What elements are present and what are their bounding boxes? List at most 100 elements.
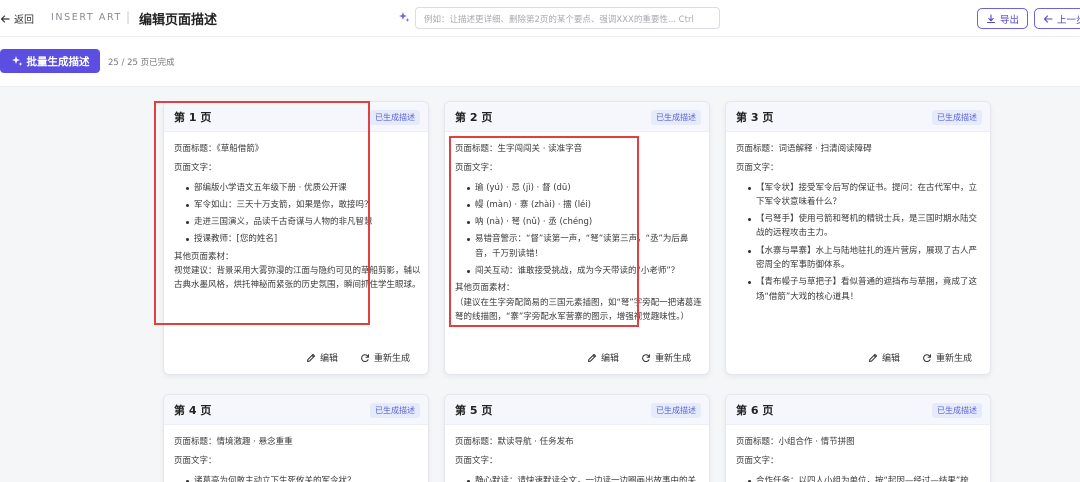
card-title: 第 4 页 <box>174 404 212 417</box>
edit-label: 编辑 <box>600 354 619 364</box>
edit-button[interactable]: 编辑 <box>868 351 900 364</box>
batch-generate-label: 批量生成描述 <box>26 55 90 68</box>
export-button[interactable]: 导出 <box>977 8 1028 29</box>
list-item: 诸葛亮为何敢主动立下生死攸关的军令状？ <box>186 474 422 482</box>
back-button[interactable]: 返回 <box>0 11 34 26</box>
card-content: 页面标题：小组合作 · 情节拼图 页面文字： 合作任务：以四人小组为单位，按“起… <box>736 435 984 482</box>
ai-sparkle-icon <box>399 12 410 22</box>
card-content: 页面标题：情境激趣 · 悬念重重 页面文字： 诸葛亮为何敢主动立下生死攸关的军令… <box>174 435 422 482</box>
card-actions: 编辑 重新生成 <box>445 343 709 373</box>
card-title: 第 2 页 <box>455 111 493 124</box>
edit-label: 编辑 <box>319 354 338 364</box>
sparkle-icon <box>11 56 22 66</box>
status-badge: 已生成描述 <box>370 403 420 418</box>
list-item: 【弓弩手】使用弓箭和弩机的精锐士兵，是三国时期水陆交战的远程攻击主力。 <box>748 212 984 241</box>
card-content: 页面标题：生字闯闯关 · 读准字音 页面文字： 瑜 (yú) · 忌 (jì) … <box>455 142 703 324</box>
list-item: 部编版小学语文五年级下册 · 优质公开课 <box>186 181 422 195</box>
status-badge: 已生成描述 <box>651 403 701 418</box>
action-bar: 批量生成描述 25 / 25 页已完成 <box>0 37 1080 87</box>
card-page-title: 页面标题：《草船借箭》 <box>174 144 264 154</box>
page-card-2: 第 2 页 已生成描述 页面标题：生字闯闯关 · 读准字音 页面文字： 瑜 (y… <box>444 101 710 375</box>
regenerate-button[interactable]: 重新生成 <box>641 351 691 364</box>
page-card-5: 第 5 页 已生成描述 页面标题：默读导航 · 任务发布 页面文字： 静心默读：… <box>444 394 710 482</box>
list-item: 军令如山：三天十万支箭，如果是你，敢接吗？ <box>186 198 422 212</box>
refresh-icon <box>923 353 931 362</box>
top-bar: 返回 INSERT ART | 编辑页面描述 例如：让描述更详细、删除第2页的某… <box>0 0 1080 37</box>
list-item: 呐 (nà) · 弩 (nǔ) · 丞 (chéng) <box>467 215 703 229</box>
ai-instruction-input[interactable]: 例如：让描述更详细、删除第2页的某个要点、强调XXX的重要性... Ctrl <box>415 7 720 29</box>
export-label: 导出 <box>999 14 1019 26</box>
back-label: 返回 <box>14 15 34 26</box>
regenerate-button[interactable]: 重新生成 <box>360 351 410 364</box>
card-other-label: 其他页面素材： <box>455 283 515 294</box>
card-text-label: 页面文字： <box>736 456 779 467</box>
card-bullet-list: 瑜 (yú) · 忌 (jì) · 督 (dū) 幔 (màn) · 寨 (zh… <box>467 181 703 279</box>
card-other-text: （建议在生字旁配简易的三国元素插图，如“弩”字旁配一把诸葛连弩的线描图，“寨”字… <box>455 297 702 322</box>
card-bullet-list: 合作任务：以四人小组为单位，按“起因—经过—结果”梳 <box>748 474 984 482</box>
brand-logo: INSERT ART <box>51 12 122 23</box>
card-content: 页面标题：默读导航 · 任务发布 页面文字： 静心默读：请快速默读全文，一边读一… <box>455 435 703 482</box>
card-header: 第 2 页 已生成描述 <box>445 102 709 132</box>
card-header: 第 3 页 已生成描述 <box>726 102 990 132</box>
card-title: 第 1 页 <box>174 111 212 124</box>
card-page-title: 页面标题：生字闯闯关 · 读准字音 <box>455 144 583 154</box>
edit-label: 编辑 <box>881 354 900 364</box>
status-badge: 已生成描述 <box>651 110 701 125</box>
card-title: 第 3 页 <box>736 111 774 124</box>
edit-button[interactable]: 编辑 <box>587 351 619 364</box>
card-other-label: 其他页面素材： <box>174 251 234 262</box>
page-card-6: 第 6 页 已生成描述 页面标题：小组合作 · 情节拼图 页面文字： 合作任务：… <box>725 394 991 482</box>
card-page-title: 页面标题：小组合作 · 情节拼图 <box>736 437 855 447</box>
card-header: 第 1 页 已生成描述 <box>164 102 428 132</box>
list-item: 【青布幔子与草把子】看似普通的遮挡布与草捆，竟成了这场“借箭”大戏的核心道具！ <box>748 275 984 304</box>
card-text-label: 页面文字： <box>736 163 779 174</box>
card-page-title: 页面标题：词语解释 · 扫清阅读障碍 <box>736 144 872 154</box>
refresh-icon <box>642 353 650 362</box>
pencil-icon <box>868 353 878 362</box>
list-item: 【水寨与旱寨】水上与陆地驻扎的连片营房，展现了古人严密周全的军事防御体系。 <box>748 244 984 273</box>
list-item: 授课教师：[您的姓名] <box>186 232 422 246</box>
card-actions: 编辑 重新生成 <box>164 343 428 373</box>
card-bullet-list: 诸葛亮为何敢主动立下生死攸关的军令状？ <box>186 474 422 482</box>
status-badge: 已生成描述 <box>370 110 420 125</box>
card-bullet-list: 部编版小学语文五年级下册 · 优质公开课 军令如山：三天十万支箭，如果是你，敢接… <box>186 181 422 247</box>
previous-step-button[interactable]: 上一步 <box>1034 8 1080 29</box>
pencil-icon <box>306 353 316 362</box>
card-text-label: 页面文字： <box>455 456 498 467</box>
edit-button[interactable]: 编辑 <box>306 351 338 364</box>
batch-generate-button[interactable]: 批量生成描述 <box>0 49 100 73</box>
card-page-title: 页面标题：默读导航 · 任务发布 <box>455 437 574 447</box>
card-page-title: 页面标题：情境激趣 · 悬念重重 <box>174 437 293 447</box>
arrow-left-icon <box>1043 14 1053 23</box>
card-header: 第 4 页 已生成描述 <box>164 395 428 425</box>
status-badge: 已生成描述 <box>932 403 982 418</box>
card-header: 第 5 页 已生成描述 <box>445 395 709 425</box>
status-badge: 已生成描述 <box>932 110 982 125</box>
card-text-label: 页面文字： <box>174 163 217 174</box>
card-content: 页面标题：词语解释 · 扫清阅读障碍 页面文字： 【军令状】接受军令后写的保证书… <box>736 142 984 307</box>
card-text-label: 页面文字： <box>174 456 217 467</box>
page-card-1: 第 1 页 已生成描述 页面标题：《草船借箭》 页面文字： 部编版小学语文五年级… <box>163 101 429 375</box>
page-card-4: 第 4 页 已生成描述 页面标题：情境激趣 · 悬念重重 页面文字： 诸葛亮为何… <box>163 394 429 482</box>
list-item: 幔 (màn) · 寨 (zhài) · 擂 (léi) <box>467 198 703 212</box>
regenerate-label: 重新生成 <box>935 354 972 364</box>
list-item: 闯关互动：谁敢接受挑战，成为今天带读的“小老师”？ <box>467 264 703 278</box>
card-content: 页面标题：《草船借箭》 页面文字： 部编版小学语文五年级下册 · 优质公开课 军… <box>174 142 422 293</box>
card-title: 第 6 页 <box>736 404 774 417</box>
download-icon <box>986 13 996 23</box>
page-title: 编辑页面描述 <box>139 13 218 28</box>
card-other-text: 视觉建议：背景采用大雾弥漫的江面与隐约可见的草船剪影，辅以古典水墨风格，烘托神秘… <box>174 266 421 291</box>
previous-step-label: 上一步 <box>1057 14 1080 26</box>
list-item: 走进三国演义，品读千古奇谋与人物的非凡智慧 <box>186 215 422 229</box>
page-card-3: 第 3 页 已生成描述 页面标题：词语解释 · 扫清阅读障碍 页面文字： 【军令… <box>725 101 991 375</box>
refresh-icon <box>361 353 369 362</box>
regenerate-label: 重新生成 <box>654 354 691 364</box>
card-bullet-list: 【军令状】接受军令后写的保证书。提问：在古代军中，立下军令状意味着什么？ 【弓弩… <box>748 181 984 304</box>
list-item: 静心默读：请快速默读全文，一边读一边圈画出故事中的关键 <box>467 474 703 482</box>
arrow-left-icon <box>0 14 10 23</box>
card-actions: 编辑 重新生成 <box>726 343 990 373</box>
regenerate-button[interactable]: 重新生成 <box>922 351 972 364</box>
list-item: 易错音警示：“督”读第一声，“弩”读第三声，“丞”为后鼻音，千万别读错！ <box>467 232 703 261</box>
list-item: 【军令状】接受军令后写的保证书。提问：在古代军中，立下军令状意味着什么？ <box>748 181 984 210</box>
card-text-label: 页面文字： <box>455 163 498 174</box>
